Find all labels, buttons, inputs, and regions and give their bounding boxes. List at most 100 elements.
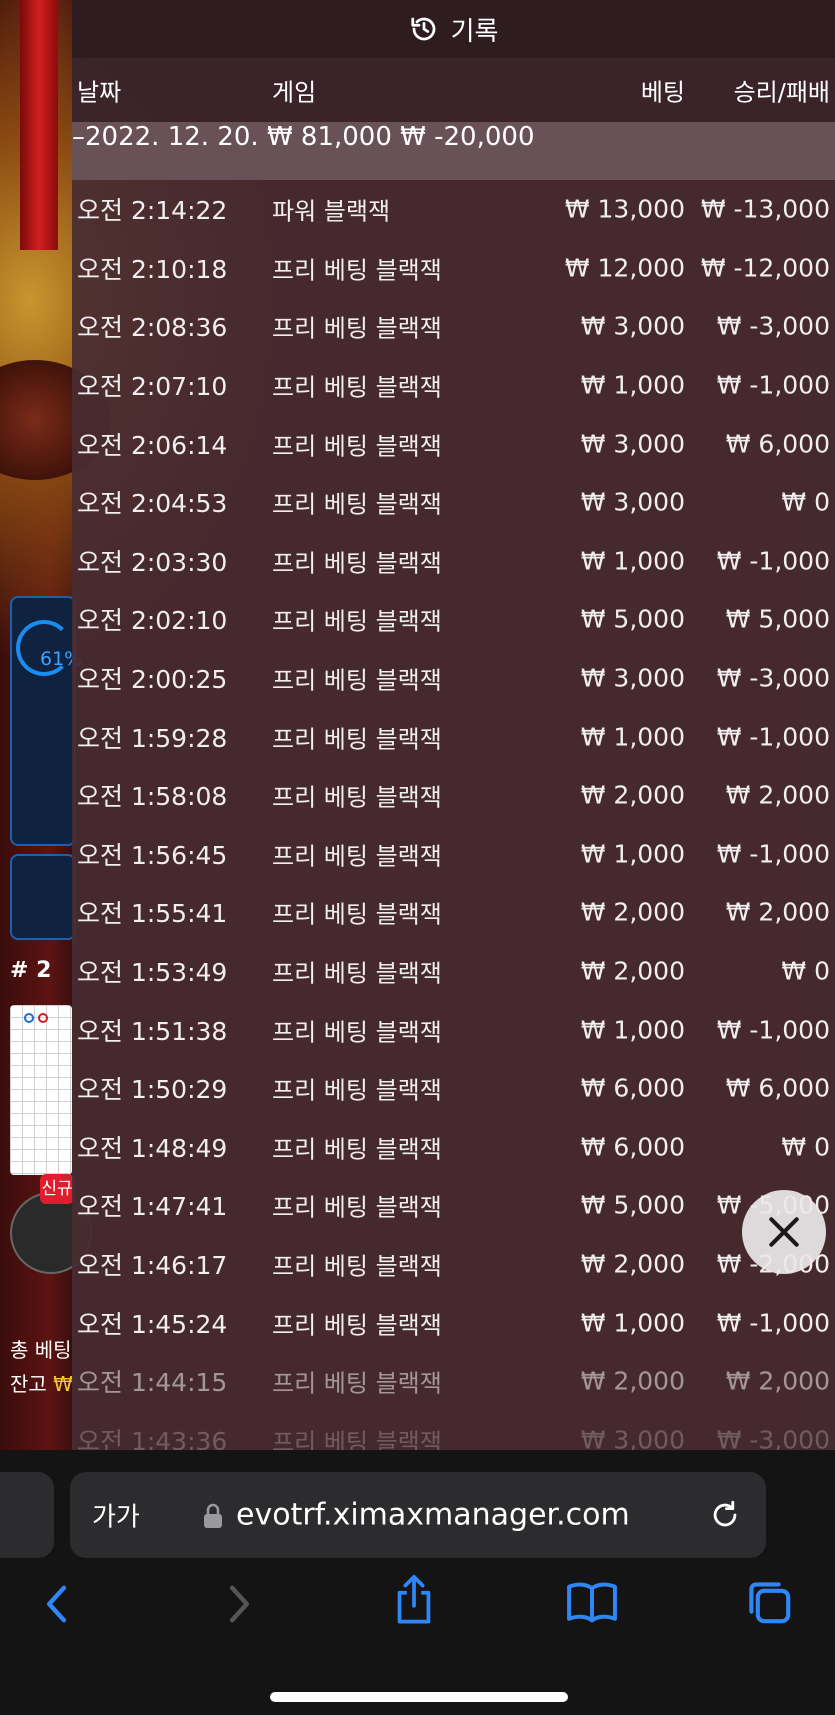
row-result: ₩ 2,000 (725, 897, 830, 927)
row-game: 프리 베팅 블랙잭 (272, 1311, 442, 1340)
row-game: 프리 베팅 블랙잭 (272, 490, 442, 519)
row-bet: ₩ 6,000 (580, 1132, 685, 1162)
row-result: ₩ 0 (781, 487, 830, 517)
row-result: ₩ 0 (781, 956, 830, 986)
browser-chrome: 가가 evotrf.ximaxmanager.com (0, 1450, 835, 1715)
row-bet: ₩ 1,000 (580, 1308, 685, 1338)
panel-header: 기록 (72, 0, 835, 58)
history-row[interactable]: 오전 1:45:24 프리 베팅 블랙잭 ₩ 1,000 ₩ -1,000 (72, 1293, 835, 1352)
history-row[interactable]: 오전 2:03:30 프리 베팅 블랙잭 ₩ 1,000 ₩ -1,000 (72, 532, 835, 591)
close-button[interactable] (742, 1190, 826, 1274)
chevron-right-icon[interactable] (220, 1582, 256, 1626)
home-indicator (270, 1692, 568, 1702)
row-game: 프리 베팅 블랙잭 (272, 549, 442, 578)
history-row[interactable]: 오전 2:00:25 프리 베팅 블랙잭 ₩ 3,000 ₩ -3,000 (72, 649, 835, 708)
share-icon[interactable] (392, 1574, 436, 1626)
date-group-label: –2022. 12. 20. (72, 122, 259, 152)
row-time: 오전 1:53:49 (77, 958, 228, 988)
row-game: 프리 베팅 블랙잭 (272, 1135, 442, 1164)
row-result: ₩ -1,000 (716, 1308, 830, 1338)
history-list: 오전 2:14:22 파워 블랙잭 ₩ 13,000 ₩ -13,000 오전 2:10… (72, 180, 835, 1450)
row-game: 프리 베팅 블랙잭 (272, 432, 442, 461)
row-bet: ₩ 5,000 (580, 1190, 685, 1220)
row-time: 오전 1:58:08 (77, 782, 228, 812)
row-result: ₩ 6,000 (725, 1073, 830, 1103)
row-time: 오전 1:44:15 (77, 1368, 228, 1398)
row-time: 오전 2:10:18 (77, 254, 228, 284)
round-label: # 2 (10, 958, 52, 983)
history-row[interactable]: 오전 1:50:29 프리 베팅 블랙잭 ₩ 6,000 ₩ 6,000 (72, 1059, 835, 1118)
history-row[interactable]: 오전 1:43:36 프리 베팅 블랙잭 ₩ 3,000 ₩ -3,000 (72, 1410, 835, 1450)
history-row[interactable]: 오전 1:51:38 프리 베팅 블랙잭 ₩ 1,000 ₩ -1,000 (72, 1000, 835, 1059)
history-row[interactable]: 오전 1:48:49 프리 베팅 블랙잭 ₩ 6,000 ₩ 0 (72, 1118, 835, 1177)
roadmap-blue-dot (24, 1013, 34, 1023)
row-bet: ₩ 3,000 (580, 487, 685, 517)
history-row[interactable]: 오전 2:07:10 프리 베팅 블랙잭 ₩ 1,000 ₩ -1,000 (72, 356, 835, 415)
history-row[interactable]: 오전 1:53:49 프리 베팅 블랙잭 ₩ 2,000 ₩ 0 (72, 942, 835, 1001)
table-pillar (20, 0, 58, 250)
row-game: 프리 베팅 블랙잭 (272, 900, 442, 929)
row-result: ₩ -3,000 (716, 1425, 830, 1450)
row-game: 프리 베팅 블랙잭 (272, 959, 442, 988)
date-group-result: ₩ -20,000 (400, 122, 535, 152)
history-row[interactable]: 오전 2:04:53 프리 베팅 블랙잭 ₩ 3,000 ₩ 0 (72, 473, 835, 532)
row-time: 오전 1:43:36 (77, 1426, 228, 1450)
balance-currency: ₩ (53, 1372, 73, 1396)
row-result: ₩ 5,000 (725, 604, 830, 634)
history-row[interactable]: 오전 1:46:17프리 베팅 블랙잭₩ 2,000₩ -2,000 (72, 1235, 835, 1294)
row-bet: ₩ 2,000 (580, 1366, 685, 1396)
header-bet: 베팅 (640, 78, 685, 107)
previous-tab-preview[interactable] (0, 1472, 54, 1558)
row-result: ₩ -3,000 (716, 311, 830, 341)
history-row[interactable]: 오전 1:47:41프리 베팅 블랙잭₩ 5,000₩ -5,000 (72, 1176, 835, 1235)
history-row[interactable]: 오전 2:10:18 프리 베팅 블랙잭 ₩ 12,000 ₩ -12,000 (72, 239, 835, 298)
text-size-button[interactable]: 가가 (92, 1497, 140, 1534)
book-icon[interactable] (566, 1580, 618, 1624)
history-row[interactable]: 오전 1:55:41 프리 베팅 블랙잭 ₩ 2,000 ₩ 2,000 (72, 883, 835, 942)
history-row[interactable]: 오전 2:02:10 프리 베팅 블랙잭 ₩ 5,000 ₩ 5,000 (72, 590, 835, 649)
row-result: ₩ 2,000 (725, 780, 830, 810)
url-text: evotrf.ximaxmanager.com (236, 1497, 630, 1533)
row-time: 오전 1:55:41 (77, 899, 228, 929)
row-result: ₩ 0 (781, 1132, 830, 1162)
row-bet: ₩ 1,000 (580, 370, 685, 400)
stats-card-secondary[interactable] (10, 854, 76, 940)
column-headers: 날짜 게임 베팅 승리/패배 (72, 58, 835, 122)
new-badge: 신규 (40, 1174, 74, 1204)
row-game: 프리 베팅 블랙잭 (272, 314, 442, 343)
header-result: 승리/패배 (733, 78, 830, 107)
tabs-icon[interactable] (745, 1578, 793, 1626)
history-row[interactable]: 오전 2:08:36 프리 베팅 블랙잭 ₩ 3,000 ₩ -3,000 (72, 297, 835, 356)
row-result: ₩ -1,000 (716, 546, 830, 576)
total-bet-label: 총 베팅 (10, 1338, 72, 1362)
row-result: ₩ 2,000 (725, 1366, 830, 1396)
row-time: 오전 2:03:30 (77, 547, 228, 577)
row-bet: ₩ 5,000 (580, 604, 685, 634)
history-row[interactable]: 오전 1:58:08 프리 베팅 블랙잭 ₩ 2,000 ₩ 2,000 (72, 766, 835, 825)
panel-title: 기록 (450, 16, 499, 47)
row-result: ₩ -1,000 (716, 722, 830, 752)
date-group-row[interactable]: –2022. 12. 20. ₩ 81,000 ₩ -20,000 (72, 122, 835, 180)
row-time: 오전 1:51:38 (77, 1016, 228, 1046)
address-bar[interactable]: 가가 evotrf.ximaxmanager.com (70, 1472, 766, 1558)
row-game: 프리 베팅 블랙잭 (272, 1369, 442, 1398)
history-row[interactable]: 오전 1:44:15 프리 베팅 블랙잭 ₩ 2,000 ₩ 2,000 (72, 1352, 835, 1411)
row-result: ₩ 6,000 (725, 429, 830, 459)
row-game: 프리 베팅 블랙잭 (272, 256, 442, 285)
history-row[interactable]: 오전 2:06:14 프리 베팅 블랙잭 ₩ 3,000 ₩ 6,000 (72, 414, 835, 473)
row-game: 프리 베팅 블랙잭 (272, 1193, 442, 1222)
row-time: 오전 1:45:24 (77, 1309, 228, 1339)
history-row[interactable]: 오전 2:14:22 파워 블랙잭 ₩ 13,000 ₩ -13,000 (72, 180, 835, 239)
row-bet: ₩ 1,000 (580, 546, 685, 576)
row-time: 오전 2:06:14 (77, 430, 228, 460)
history-row[interactable]: 오전 1:59:28 프리 베팅 블랙잭 ₩ 1,000 ₩ -1,000 (72, 707, 835, 766)
history-row[interactable]: 오전 1:56:45 프리 베팅 블랙잭 ₩ 1,000 ₩ -1,000 (72, 825, 835, 884)
row-time: 오전 2:04:53 (77, 489, 228, 519)
date-group-bet: ₩ 81,000 (266, 122, 392, 152)
row-result: ₩ -1,000 (716, 839, 830, 869)
row-result: ₩ -1,000 (716, 1015, 830, 1045)
reload-icon[interactable] (708, 1498, 742, 1532)
chevron-left-icon[interactable] (40, 1582, 76, 1626)
row-game: 파워 블랙잭 (272, 197, 391, 226)
row-time: 오전 2:14:22 (77, 196, 228, 226)
